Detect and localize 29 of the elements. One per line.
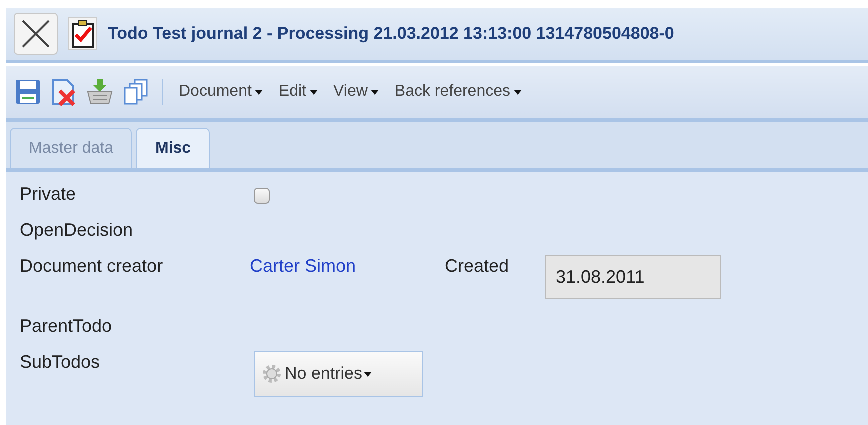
caret-icon bbox=[364, 372, 372, 376]
menu-button[interactable]: View bbox=[330, 83, 383, 101]
delete-document-icon[interactable] bbox=[50, 78, 78, 106]
field-label: Private bbox=[20, 184, 78, 205]
field-label: OpenDecision bbox=[20, 220, 134, 241]
menu-button[interactable]: Document bbox=[175, 83, 267, 101]
close-button[interactable] bbox=[14, 13, 58, 55]
caret-icon bbox=[514, 90, 522, 94]
tab[interactable]: Misc bbox=[136, 128, 210, 168]
window-title: Todo Test journal 2 - Processing 21.03.2012 13:13:00 1314780504808-0 bbox=[108, 24, 674, 44]
caret-icon bbox=[254, 90, 263, 94]
clipboard-check-icon bbox=[68, 17, 98, 51]
save-icon[interactable] bbox=[14, 78, 42, 106]
private-checkbox[interactable] bbox=[254, 188, 270, 204]
close-icon bbox=[21, 19, 51, 49]
caret-icon bbox=[310, 90, 318, 94]
menu-button[interactable]: Edit bbox=[274, 83, 322, 101]
date-field[interactable]: 31.08.2011 bbox=[545, 255, 721, 299]
field-label: Created bbox=[445, 256, 510, 277]
creator-link[interactable]: Carter Simon bbox=[250, 256, 445, 277]
entries-dropdown[interactable]: No entries bbox=[254, 351, 423, 397]
gear-icon bbox=[261, 363, 283, 385]
field-label: Document creator bbox=[20, 256, 164, 277]
basket-download-icon[interactable] bbox=[86, 78, 114, 106]
caret-icon bbox=[370, 90, 379, 94]
menu-button[interactable]: Back references bbox=[390, 83, 526, 101]
copy-icon[interactable] bbox=[122, 78, 150, 106]
field-label: ParentTodo bbox=[20, 316, 114, 337]
field-label: SubTodos bbox=[20, 352, 102, 373]
